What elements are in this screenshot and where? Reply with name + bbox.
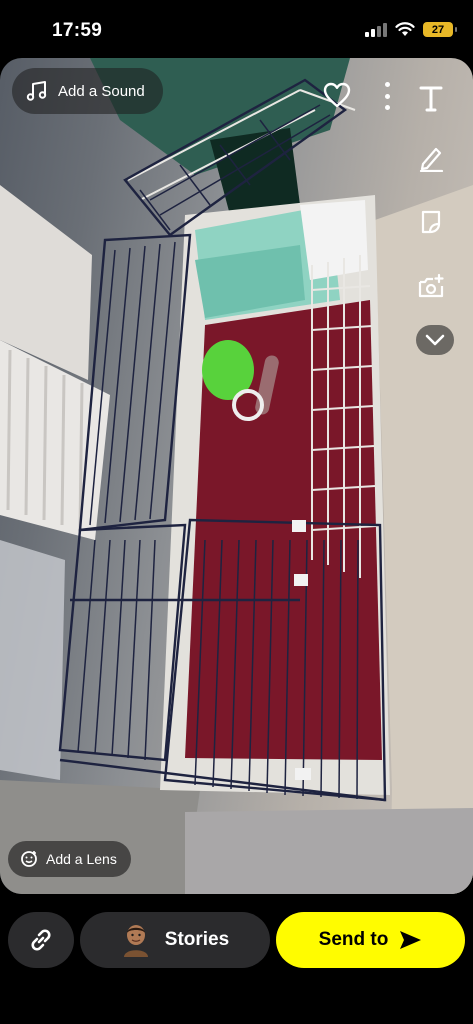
expand-tools-button[interactable] <box>416 325 454 355</box>
text-tool-button[interactable] <box>411 80 451 116</box>
sticker-tool-button[interactable] <box>411 204 451 240</box>
bitmoji-avatar-icon <box>123 925 148 957</box>
bottom-bar: Stories Send to <box>0 894 473 1024</box>
status-time: 17:59 <box>52 20 103 41</box>
status-bar: 17:59 27 <box>0 0 473 58</box>
wifi-icon <box>395 22 415 36</box>
stories-button[interactable]: Stories <box>80 912 270 968</box>
pen-tool-button[interactable] <box>411 140 451 176</box>
add-lens-button[interactable]: Add a Lens <box>8 841 131 877</box>
stories-label: Stories <box>164 929 230 950</box>
link-icon <box>31 929 51 951</box>
attach-link-button[interactable] <box>8 912 74 968</box>
cellular-signal-icon <box>365 22 387 37</box>
heart-icon[interactable] <box>323 82 351 108</box>
add-lens-label: Add a Lens <box>46 851 117 867</box>
music-note-icon <box>26 81 47 101</box>
status-icons: 27 <box>365 22 457 37</box>
send-arrow-icon <box>400 931 422 949</box>
more-options-icon[interactable] <box>378 82 396 110</box>
text-tool-icon <box>419 86 443 112</box>
battery-icon: 27 <box>423 22 457 37</box>
camera-plus-button[interactable] <box>411 268 451 304</box>
snap-photo[interactable] <box>0 58 473 894</box>
battery-level: 27 <box>431 23 445 36</box>
camera-plus-icon <box>418 273 444 298</box>
cage-photo-illustration <box>0 58 473 894</box>
send-to-button[interactable]: Send to <box>276 912 465 968</box>
add-sound-button[interactable]: Add a Sound <box>12 68 163 114</box>
send-to-label: Send to <box>318 929 389 950</box>
sticker-tool-icon <box>421 210 441 234</box>
pen-tool-icon <box>419 147 444 172</box>
add-sound-label: Add a Sound <box>58 82 145 100</box>
chevron-down-icon <box>425 334 445 346</box>
lens-icon <box>21 851 37 867</box>
